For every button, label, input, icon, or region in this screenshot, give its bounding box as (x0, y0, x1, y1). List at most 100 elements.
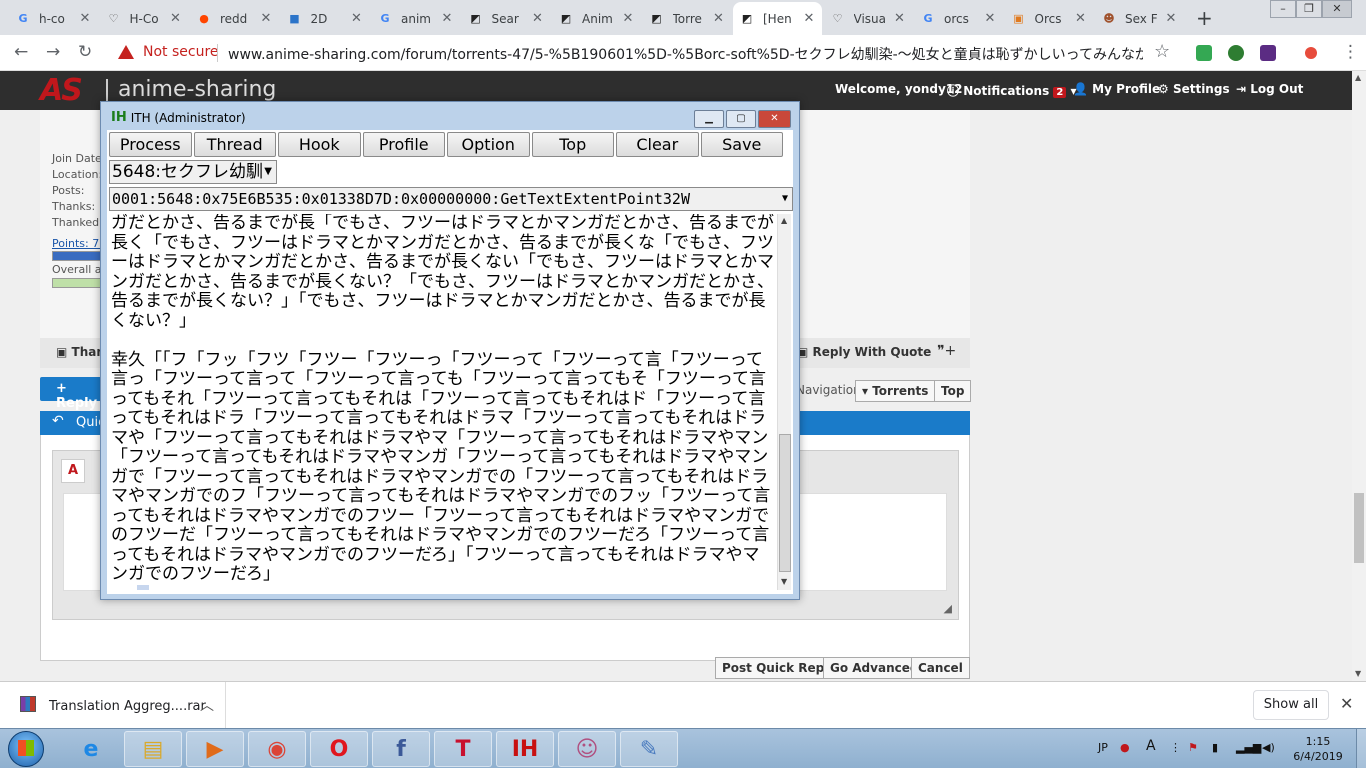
tab-close-icon[interactable]: ✕ (1074, 11, 1088, 26)
browser-tab[interactable]: ● redd ✕ (190, 2, 279, 35)
file-explorer-icon[interactable]: ▤ (124, 731, 182, 767)
resize-grip-icon[interactable]: ◢ (944, 602, 952, 615)
browser-tab[interactable]: ◩ Sear ✕ (462, 2, 551, 35)
ith-scroll-thumb[interactable] (779, 434, 791, 572)
anime-app-icon[interactable]: ☺ (558, 731, 616, 767)
top-button[interactable]: Top (934, 380, 972, 402)
tray-expand-icon[interactable]: ⋮ (1170, 741, 1181, 754)
process-select[interactable]: 5648:セクフレ幼馴 ▼ (109, 160, 277, 184)
show-desktop-button[interactable] (1356, 729, 1366, 768)
font-format-icon[interactable]: A (61, 459, 85, 483)
tab-close-icon[interactable]: ✕ (350, 11, 364, 26)
action-center-icon[interactable]: ⚑ (1188, 741, 1198, 754)
reload-icon[interactable]: ↻ (78, 42, 92, 62)
browser-tab[interactable]: ☻ Sex F ✕ (1095, 2, 1184, 35)
ith-clear-button[interactable]: Clear (616, 132, 699, 157)
ith-maximize-button[interactable]: ▢ (726, 110, 756, 128)
ith-process-button[interactable]: Process (109, 132, 192, 157)
thread-select[interactable]: 0001:5648:0x75E6B535:0x01338D7D:0x000000… (109, 187, 793, 211)
paint-icon[interactable]: ✎ (620, 731, 678, 767)
browser-tab[interactable]: ♡ H-Co ✕ (100, 2, 189, 35)
language-indicator[interactable]: JP (1098, 741, 1108, 754)
thanks-button[interactable]: ▣ Than (56, 345, 105, 359)
tab-close-icon[interactable]: ✕ (712, 11, 726, 26)
ith-close-button[interactable]: ✕ (758, 110, 791, 128)
ie-icon[interactable]: e (62, 731, 120, 767)
ith-option-button[interactable]: Option (447, 132, 530, 157)
ime-mode-icon[interactable]: A (1146, 738, 1156, 754)
ith-text-scrollbar[interactable]: ▲ ▼ (777, 214, 791, 590)
tab-close-icon[interactable]: ✕ (531, 11, 545, 26)
new-tab-button[interactable]: + (1196, 6, 1213, 30)
tab-close-icon[interactable]: ✕ (259, 11, 273, 26)
tab-close-icon[interactable]: ✕ (440, 11, 454, 26)
extension-icon-3[interactable] (1260, 45, 1276, 61)
logout-link[interactable]: ⇥ Log Out (1236, 82, 1303, 96)
tab-close-icon[interactable]: ✕ (621, 11, 635, 26)
browser-tab[interactable]: ■ 2D ✕ (281, 2, 370, 35)
browser-tab[interactable]: ◩ Torre ✕ (643, 2, 732, 35)
browser-tab[interactable]: Gorcs ✕ (914, 2, 1003, 35)
tab-close-icon[interactable]: ✕ (169, 11, 183, 26)
extension-icon-2[interactable] (1228, 45, 1244, 61)
browser-tab[interactable]: Ganim ✕ (371, 2, 460, 35)
browser-tab[interactable]: Gh-co ✕ (9, 2, 98, 35)
settings-link[interactable]: ⚙ Settings (1158, 82, 1230, 96)
ith-top-button[interactable]: Top (531, 132, 614, 157)
ith-hook-button[interactable]: Hook (278, 132, 361, 157)
restore-window-button[interactable]: ❐ (1296, 0, 1322, 18)
scroll-up-icon[interactable]: ▲ (781, 216, 787, 225)
tab-close-icon[interactable]: ✕ (78, 11, 92, 26)
opera-icon[interactable]: O (310, 731, 368, 767)
ith-minimize-button[interactable]: ▁ (694, 110, 724, 128)
site-logo-text[interactable]: anime-sharing (118, 77, 276, 102)
ith-app-icon[interactable]: IH (496, 731, 554, 767)
cancel-button[interactable]: Cancel (911, 657, 970, 679)
facebook-icon[interactable]: f (372, 731, 430, 767)
browser-tab[interactable]: ◩ Anim ✕ (552, 2, 641, 35)
notifications-link[interactable]: ⓘ Notifications 2 ▾ (947, 82, 1077, 99)
back-icon[interactable]: ← (14, 42, 28, 62)
browser-tab[interactable]: ▣ Orcs ✕ (1005, 2, 1094, 35)
start-button[interactable] (8, 731, 44, 767)
menu-icon[interactable]: ⋮ (1342, 42, 1359, 62)
torrents-button[interactable]: ▾ Torrents (855, 380, 936, 402)
url-field[interactable]: www.anime-sharing.com/forum/torrents-47/… (228, 44, 1143, 64)
battery-icon[interactable]: ▮ (1212, 741, 1218, 754)
close-window-button[interactable]: ✕ (1322, 0, 1352, 18)
ith-profile-button[interactable]: Profile (362, 132, 445, 157)
system-clock[interactable]: 1:15 6/4/2019 (1286, 734, 1350, 764)
download-item[interactable]: Translation Aggreg....rar (49, 699, 206, 714)
extension-icon-4[interactable] (1305, 47, 1317, 59)
tab-close-icon[interactable]: ✕ (1164, 11, 1178, 26)
page-scrollbar[interactable]: ▲ ▼ (1352, 71, 1366, 681)
my-profile-link[interactable]: 👤 My Profile (1073, 82, 1160, 96)
multiquote-icon[interactable]: ❞+ (937, 343, 956, 359)
reply-with-quote-button[interactable]: ▣ Reply With Quote (797, 345, 931, 359)
media-player-icon[interactable]: ▶ (186, 731, 244, 767)
browser-tab[interactable]: ◩ [Hen ✕ (733, 2, 822, 35)
scroll-down-icon[interactable]: ▼ (781, 577, 787, 586)
scroll-down-icon[interactable]: ▼ (1355, 669, 1361, 678)
ith-text-output[interactable]: ガだとかさ、告るまでが長「でもさ、フツーはドラマとかマンガだとかさ、告るまでが長… (111, 214, 775, 590)
show-all-button[interactable]: Show all (1253, 690, 1329, 720)
page-scroll-thumb[interactable] (1354, 493, 1364, 563)
ith-save-button[interactable]: Save (700, 132, 783, 157)
minimize-window-button[interactable]: – (1270, 0, 1296, 18)
scroll-up-icon[interactable]: ▲ (1355, 73, 1361, 82)
bookmark-star-icon[interactable]: ☆ (1154, 41, 1170, 62)
close-icon[interactable]: ✕ (1340, 694, 1353, 713)
ith-thread-button[interactable]: Thread (193, 132, 276, 157)
chevron-up-icon[interactable]: ︿ (200, 695, 214, 715)
tab-close-icon[interactable]: ✕ (893, 11, 907, 26)
ith-title-bar[interactable]: IH ITH (Administrator) (111, 110, 246, 125)
tab-close-icon[interactable]: ✕ (983, 11, 997, 26)
forward-icon[interactable]: → (46, 42, 60, 62)
tray-alert-icon[interactable]: ● (1120, 741, 1130, 754)
chrome-icon[interactable]: ◉ (248, 731, 306, 767)
network-icon[interactable]: ▂▄▆ (1236, 741, 1261, 754)
reply-button[interactable]: + Reply (40, 377, 106, 411)
browser-tab[interactable]: ♡ Visua ✕ (824, 2, 913, 35)
site-logo-mark[interactable]: AS (40, 73, 83, 108)
extension-icon-1[interactable] (1196, 45, 1212, 61)
